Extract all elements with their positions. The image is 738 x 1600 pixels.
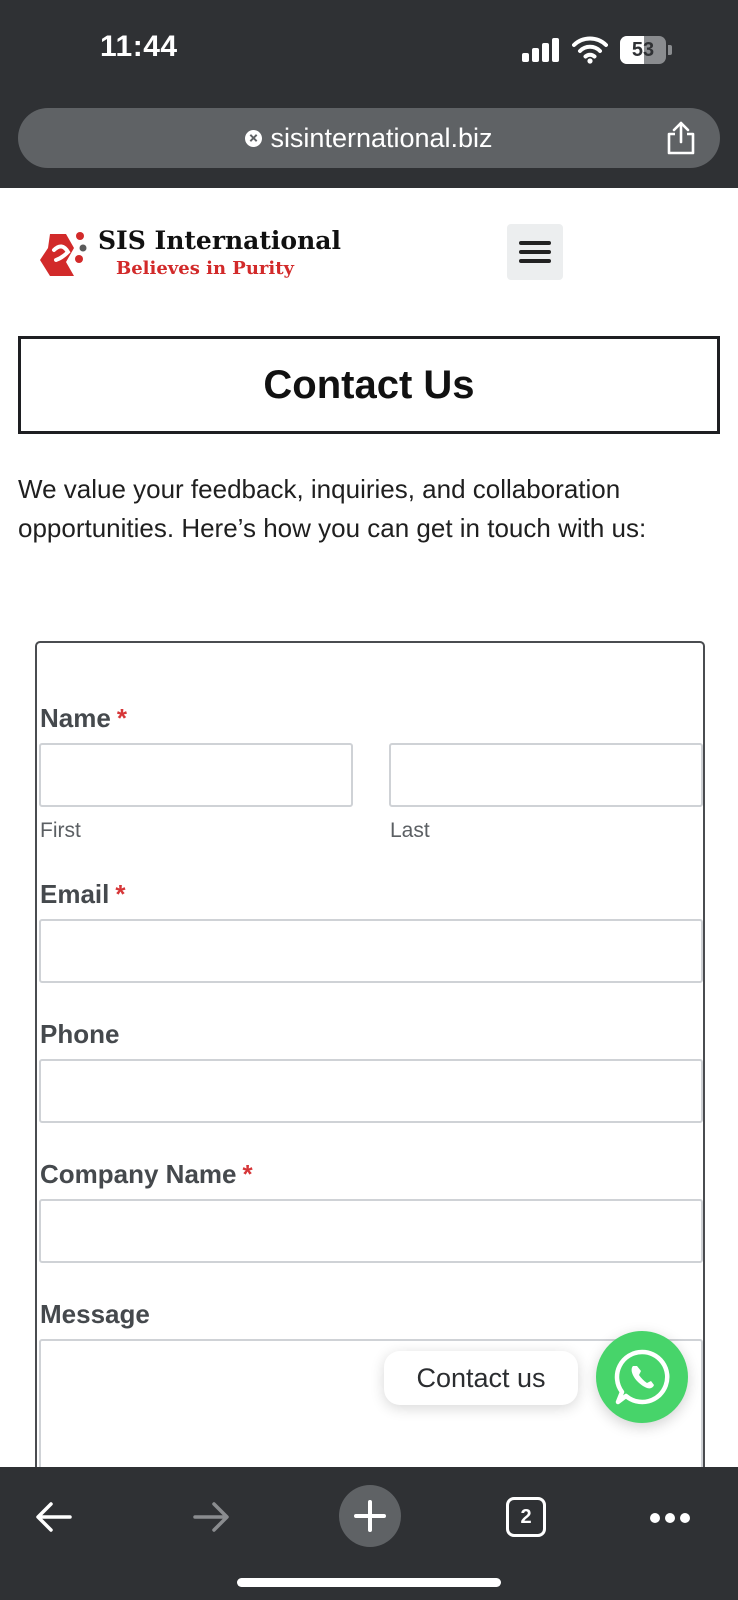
back-arrow-icon[interactable] [30, 1493, 78, 1541]
page-title-box: Contact Us [18, 336, 720, 434]
share-icon[interactable] [664, 120, 698, 156]
whatsapp-icon [614, 1349, 670, 1405]
phone-field[interactable] [39, 1059, 703, 1123]
required-mark: * [116, 703, 127, 733]
home-indicator [237, 1578, 501, 1587]
battery-level: 53 [631, 39, 655, 61]
plus-icon [354, 1500, 386, 1532]
tabs-icon[interactable]: 2 [506, 1497, 546, 1537]
close-icon[interactable] [245, 129, 263, 147]
more-icon[interactable] [650, 1513, 690, 1523]
company-name-field[interactable] [39, 1199, 703, 1263]
cellular-signal-icon [522, 38, 560, 62]
last-name-sublabel: Last [390, 819, 430, 842]
company-name-label: Company Name * [40, 1159, 253, 1189]
required-mark: * [242, 1159, 253, 1189]
contact-us-chat-label[interactable]: Contact us [384, 1351, 578, 1405]
name-label: Name * [40, 703, 127, 733]
email-field[interactable] [39, 919, 703, 983]
logo-mark-icon [40, 232, 87, 276]
browser-top-bar: 11:44 53 sisinternational.biz [0, 0, 738, 188]
email-label: Email * [40, 879, 126, 909]
required-mark: * [115, 879, 126, 909]
intro-text: We value your feedback, inquiries, and c… [18, 474, 647, 543]
wifi-icon [572, 36, 608, 64]
url-bar[interactable]: sisinternational.biz [18, 108, 720, 168]
hamburger-menu-icon[interactable] [507, 224, 563, 280]
new-tab-button[interactable] [339, 1485, 401, 1547]
forward-arrow-icon[interactable] [187, 1493, 235, 1541]
last-name-field[interactable] [389, 743, 703, 807]
battery-icon: 53 [620, 36, 672, 64]
page: 11:44 53 sisinternational.biz SIS Intern… [0, 0, 738, 1600]
brand-name: SIS International [98, 226, 341, 255]
site-logo[interactable]: SIS International Believes in Purity [36, 224, 366, 286]
phone-label: Phone [40, 1019, 120, 1049]
first-name-sublabel: First [40, 819, 81, 842]
url-text[interactable]: sisinternational.biz [270, 123, 492, 154]
whatsapp-chat-button[interactable] [596, 1331, 688, 1423]
brand-tagline: Believes in Purity [116, 258, 295, 279]
status-time: 11:44 [100, 30, 178, 63]
page-title: Contact Us [263, 362, 475, 407]
first-name-field[interactable] [39, 743, 353, 807]
message-label: Message [40, 1299, 150, 1329]
